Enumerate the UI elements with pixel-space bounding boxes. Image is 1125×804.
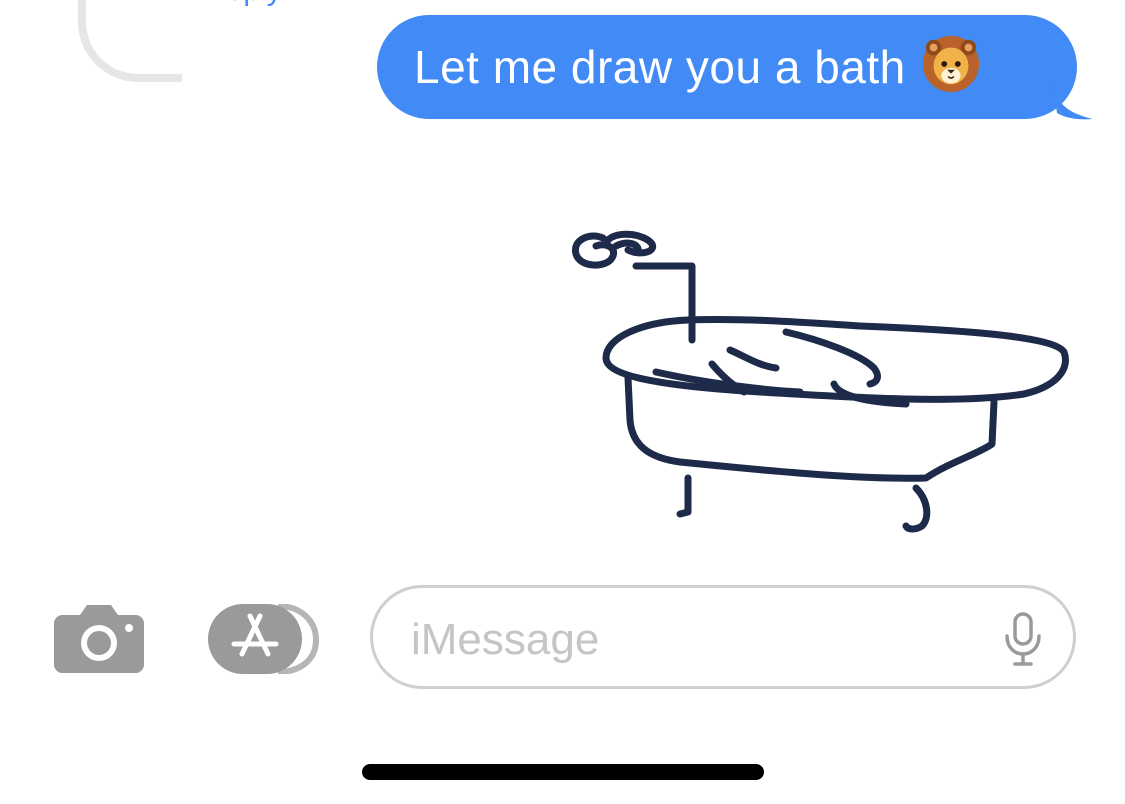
microphone-icon[interactable] [1003,612,1043,666]
bubble-tail [1053,85,1093,120]
home-indicator[interactable] [362,764,764,780]
lion-face-emoji [922,35,979,93]
reply-link[interactable]: Reply [205,0,282,8]
message-text: Let me draw you a bath [414,41,906,93]
app-store-icon[interactable] [208,604,322,674]
sent-message[interactable]: Let me draw you a bath [377,15,1095,121]
message-input[interactable]: iMessage [370,585,1076,689]
bathtub-drawing[interactable] [560,220,1080,550]
camera-icon[interactable] [54,603,144,673]
message-placeholder: iMessage [411,615,600,664]
message-bubble: Let me draw you a bath [377,15,1077,119]
reply-thread-line [78,0,182,82]
